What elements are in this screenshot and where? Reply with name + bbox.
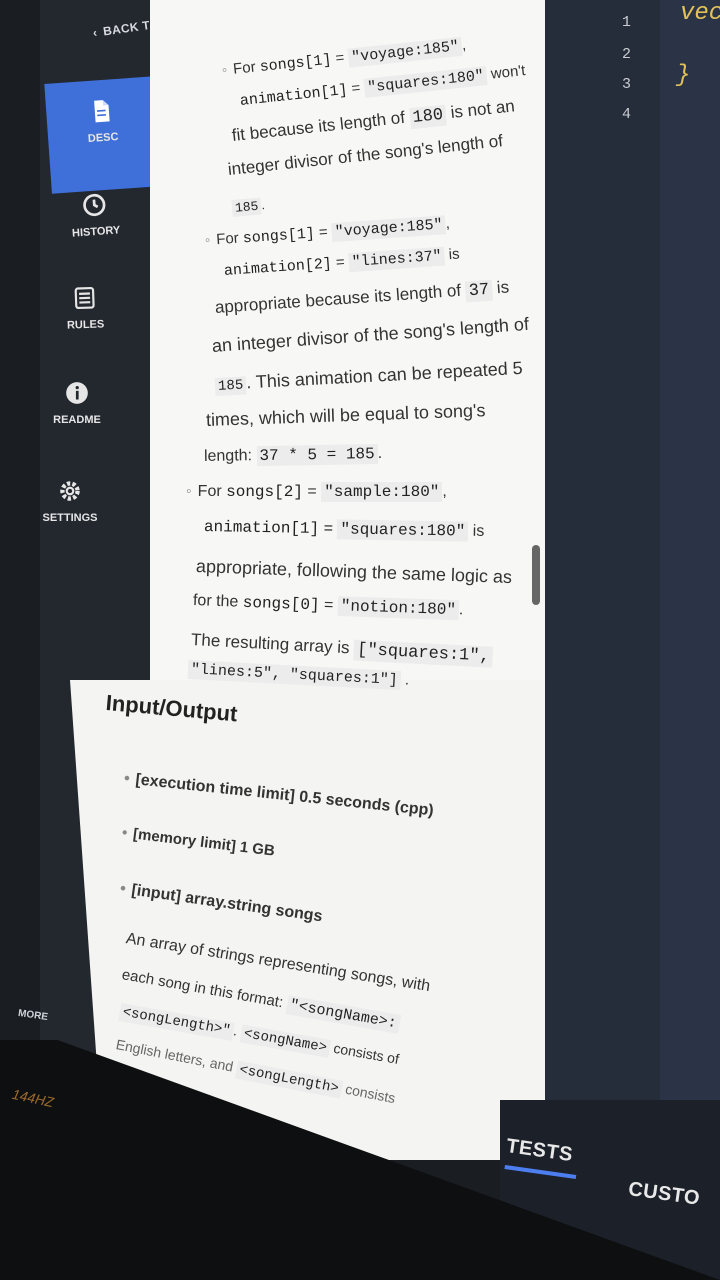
text: . <box>404 671 410 689</box>
text: . <box>232 1022 239 1039</box>
list-icon <box>74 286 95 310</box>
document-icon <box>94 100 110 123</box>
bullet-icon: ◦ <box>186 483 192 500</box>
bullet-icon: ◦ <box>221 61 229 79</box>
editor-code-area[interactable] <box>660 0 720 1100</box>
code-token: } <box>676 62 691 89</box>
sidebar-item-desc[interactable]: DESC <box>44 76 162 194</box>
clock-icon <box>83 193 106 217</box>
desc-line: length: 37 * 5 = 185. <box>203 443 383 467</box>
text: . <box>458 601 464 619</box>
text: , <box>442 483 447 500</box>
screen: ‹BACK TO QUESTIONS DESC HISTORY RULES RE… <box>0 0 720 1280</box>
line-number: 2 <box>622 46 632 63</box>
bullet-icon: • <box>120 824 129 842</box>
code: animation[1] <box>203 518 320 539</box>
line-number: 1 <box>622 14 632 31</box>
sidebar-item-label: SETTINGS <box>42 512 98 524</box>
info-icon <box>66 382 88 404</box>
scrollbar[interactable] <box>532 545 540 605</box>
text: . <box>377 444 383 462</box>
code: 37 <box>465 279 493 303</box>
text: = <box>323 520 334 538</box>
text: For <box>232 58 257 78</box>
text: for the <box>192 592 239 611</box>
code: 185 <box>214 376 247 396</box>
code: songs[0] <box>242 593 320 615</box>
code: 180 <box>408 104 448 130</box>
chevron-left-icon: ‹ <box>92 25 99 40</box>
desc-line: 185. <box>231 197 266 217</box>
bullet-icon: • <box>123 770 131 788</box>
code: songs[2] <box>226 483 303 501</box>
bullet-icon: • <box>118 880 127 898</box>
line-number: 3 <box>622 76 632 93</box>
sidebar-item-rules[interactable]: RULES <box>29 283 141 333</box>
sidebar-item-label: README <box>53 414 101 426</box>
bullet-icon: ◦ <box>204 231 211 249</box>
code: 37 * 5 = 185 <box>256 443 378 467</box>
text: is <box>472 522 485 540</box>
text: won't <box>490 62 527 83</box>
code-token: vec <box>680 0 720 27</box>
sidebar-item-settings[interactable]: SETTINGS <box>15 478 125 524</box>
text: = <box>335 253 346 272</box>
text: For <box>197 483 222 500</box>
sidebar-item-label: DESC <box>87 130 119 146</box>
code: 185 <box>231 197 263 217</box>
gear-icon <box>60 481 80 501</box>
text: For <box>215 229 240 249</box>
text: = <box>334 49 346 68</box>
sidebar-item-label: RULES <box>66 318 105 332</box>
text: length: <box>203 447 253 465</box>
code: "notion:180" <box>337 596 460 621</box>
code: "sample:180" <box>321 482 443 502</box>
line-number: 4 <box>622 106 632 123</box>
sidebar-item-readme[interactable]: README <box>22 380 132 426</box>
text: = <box>318 223 329 242</box>
text: = <box>307 483 317 500</box>
text: = <box>350 79 362 98</box>
code: "squares:180" <box>337 519 469 542</box>
text: is <box>448 245 461 264</box>
text: is <box>496 277 510 298</box>
text: = <box>323 596 334 614</box>
desc-line: ◦ For songs[2] = "sample:180", <box>186 482 447 502</box>
sidebar-item-history[interactable]: HISTORY <box>39 188 152 242</box>
